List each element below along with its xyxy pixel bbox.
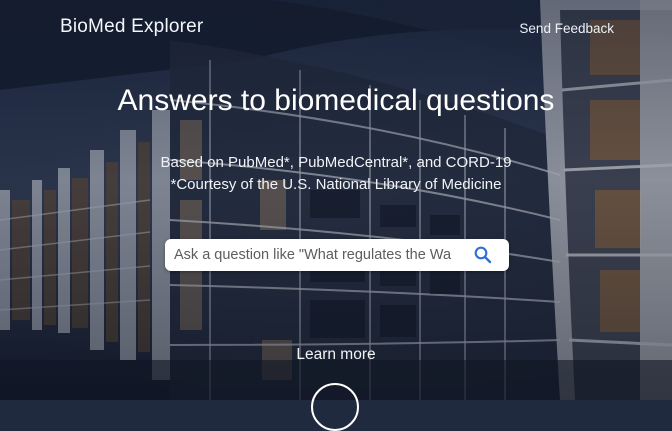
- learn-more-link[interactable]: Learn more: [0, 346, 672, 364]
- search-button[interactable]: [473, 245, 493, 265]
- background-overlay: [0, 0, 672, 400]
- send-feedback-link[interactable]: Send Feedback: [519, 21, 614, 36]
- scroll-down-button[interactable]: [311, 383, 359, 431]
- brand-logo-text[interactable]: BioMed Explorer: [60, 16, 203, 38]
- search-bar: [165, 239, 509, 271]
- hero-subtitle-line-1: Based on PubMed*, PubMedCentral*, and CO…: [160, 154, 512, 171]
- search-icon: [474, 246, 492, 264]
- hero-subtitle-line-2: *Courtesy of the U.S. National Library o…: [170, 176, 502, 193]
- hero-subtitle: Based on PubMed*, PubMedCentral*, and CO…: [0, 152, 672, 196]
- search-input[interactable]: [174, 247, 452, 263]
- page-title: Answers to biomedical questions: [117, 84, 555, 117]
